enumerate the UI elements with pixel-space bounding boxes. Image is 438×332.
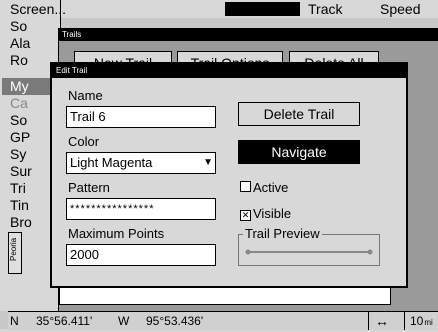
menu-item[interactable]: Tin xyxy=(10,197,29,214)
pattern-field[interactable]: **************** xyxy=(66,198,216,220)
zoom-value: 10 xyxy=(410,314,424,328)
header-black-bar xyxy=(225,2,300,16)
status-bar: N 35°56.411' W 95°53.436' ↔ 10mi xyxy=(8,311,438,330)
checkbox-checked-icon: ✕ xyxy=(240,210,251,221)
edit-trail-title: Edit Trail xyxy=(52,64,406,78)
map-label: Peoria xyxy=(9,237,18,261)
header-track: Track xyxy=(308,1,343,17)
zoom-level: 10mi xyxy=(404,312,433,330)
trail-preview-label: Trail Preview xyxy=(243,226,322,241)
active-label: Active xyxy=(253,180,289,195)
lat-prefix: N xyxy=(10,314,19,328)
menu-item[interactable]: So xyxy=(10,112,27,129)
menu-item[interactable]: Ca xyxy=(10,95,28,112)
menu-item[interactable]: So xyxy=(10,18,27,35)
active-checkbox[interactable]: Active xyxy=(240,180,288,195)
longitude: 95°53.436' xyxy=(146,314,204,328)
name-field[interactable]: Trail 6 xyxy=(66,106,216,128)
visible-checkbox[interactable]: ✕ Visible xyxy=(240,206,291,221)
navigate-button[interactable]: Navigate xyxy=(238,140,360,164)
menu-item[interactable]: Ala xyxy=(10,35,30,52)
delete-trail-button[interactable]: Delete Trail xyxy=(238,102,360,126)
header-speed: Speed xyxy=(380,1,421,17)
checkbox-unchecked-icon xyxy=(240,181,251,192)
latitude: 35°56.411' xyxy=(36,314,93,328)
menu-item[interactable]: Sy xyxy=(10,146,26,163)
trails-title: Trails xyxy=(59,29,438,41)
dropdown-arrow-icon: ▼ xyxy=(203,157,213,168)
range-arrow-icon: ↔ xyxy=(368,312,389,330)
color-select[interactable]: Light Magenta ▼ xyxy=(66,152,216,174)
trail-preview-line xyxy=(245,249,373,255)
menu-item[interactable]: Ro xyxy=(10,52,28,69)
menu-item[interactable]: Bro xyxy=(10,214,32,231)
color-value: Light Magenta xyxy=(70,155,153,170)
color-label: Color xyxy=(68,134,100,149)
lon-prefix: W xyxy=(118,314,130,328)
menu-item[interactable]: My xyxy=(10,78,29,95)
trail-preview-box: Trail Preview xyxy=(238,226,380,266)
menu-item[interactable]: Screen... xyxy=(10,1,66,18)
edit-trail-dialog: Edit Trail Name Trail 6 Color Light Mage… xyxy=(50,62,408,288)
menu-item[interactable]: Sur xyxy=(10,163,32,180)
visible-label: Visible xyxy=(253,206,292,221)
max-points-label: Maximum Points xyxy=(68,226,165,241)
max-points-field[interactable]: 2000 xyxy=(66,244,216,266)
menu-item[interactable]: Tri xyxy=(10,180,26,197)
name-label: Name xyxy=(68,88,103,103)
zoom-unit: mi xyxy=(424,318,433,327)
pattern-label: Pattern xyxy=(68,180,110,195)
menu-item[interactable]: GP xyxy=(10,129,30,146)
map-label-box: Peoria xyxy=(8,232,22,274)
